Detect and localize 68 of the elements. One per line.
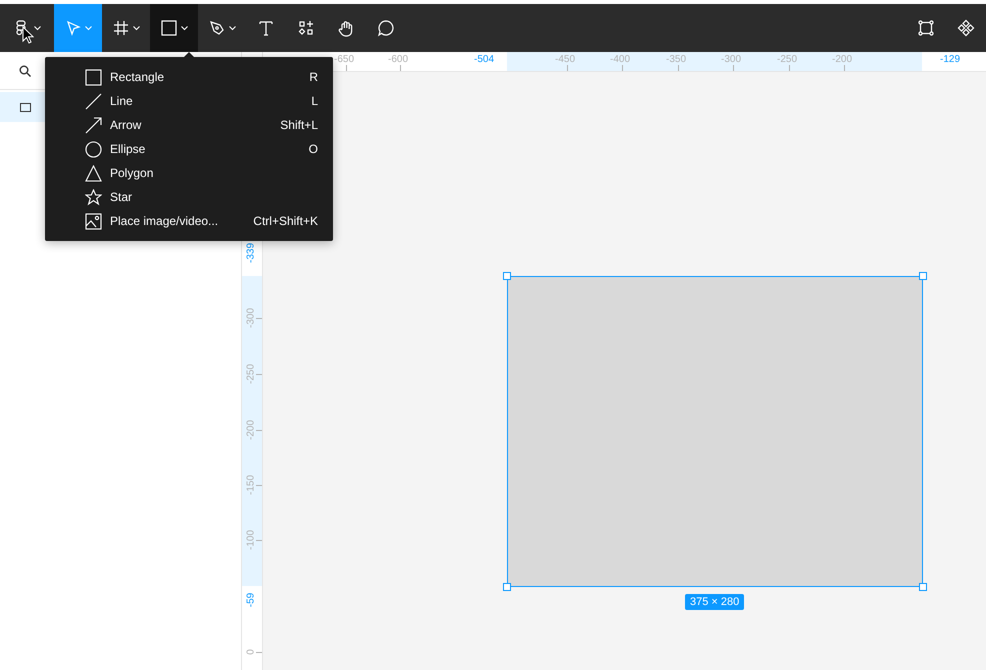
shortcut-label: Shift+L [280, 118, 318, 132]
ruler-label: 0 [246, 649, 256, 655]
ruler-label: -200 [832, 54, 852, 65]
arrow-icon [85, 116, 102, 134]
ruler-label: -250 [246, 364, 256, 384]
hand-icon [337, 19, 355, 37]
tool-button[interactable] [150, 4, 198, 52]
text-icon [257, 19, 275, 37]
caret-icon [181, 26, 188, 30]
edit-object-icon [917, 19, 935, 37]
rectangle-icon [85, 68, 102, 86]
ruler-label: -600 [388, 54, 408, 65]
menu-item[interactable]: Star [85, 185, 318, 209]
caret-icon [34, 26, 41, 30]
ruler-label: -450 [555, 54, 576, 65]
shortcut-label: L [311, 94, 318, 108]
menu-item-label: Ellipse [110, 142, 146, 156]
line-icon [85, 92, 102, 110]
menu-item-label: Line [110, 94, 134, 108]
pen-icon [208, 19, 226, 37]
caret-icon [133, 26, 140, 30]
menu-item-label: Polygon [110, 166, 154, 180]
ruler-label: -250 [777, 54, 798, 65]
ruler-label: -200 [246, 420, 256, 440]
comment-icon [377, 19, 395, 37]
image-icon [85, 212, 102, 230]
star-icon [85, 188, 102, 206]
menu-item-label: Star [110, 190, 134, 204]
menu-item[interactable]: Rectangle R [85, 65, 318, 89]
resize-handle[interactable] [919, 583, 927, 591]
shortcut-label: R [309, 70, 318, 84]
shortcut-label: O [308, 142, 318, 156]
ruler-label: -150 [246, 475, 256, 495]
resize-handle[interactable] [503, 272, 511, 280]
triangle-icon [85, 164, 102, 182]
rectangle-icon [160, 19, 178, 37]
menu-item[interactable]: Polygon [85, 161, 318, 185]
ruler-label: -100 [246, 530, 256, 550]
ruler-label: -59 [246, 592, 256, 608]
ruler-label: -129 [940, 54, 960, 65]
resize-handle[interactable] [919, 272, 927, 280]
search-icon [19, 64, 31, 76]
cursor-icon [22, 26, 34, 44]
pointer-icon [64, 19, 82, 37]
resources-icon [297, 19, 315, 37]
ellipse-icon [85, 140, 102, 158]
ruler-label: -350 [666, 54, 686, 65]
ruler-label: -400 [610, 54, 630, 65]
ruler-label: -300 [721, 54, 742, 65]
resize-handle[interactable] [503, 583, 511, 591]
caret-icon [85, 26, 92, 30]
component-icon [957, 19, 975, 37]
ruler-label: -650 [334, 54, 354, 65]
menu-item-label: Place image/video... [110, 214, 220, 228]
caret-icon [229, 26, 236, 30]
ruler-label: -300 [246, 308, 256, 328]
menu-item[interactable]: Ellipse O [85, 137, 318, 161]
menu-item[interactable]: Line L [85, 89, 318, 113]
shortcut-label: Ctrl+Shift+K [253, 214, 318, 228]
menu-item-label: Arrow [110, 118, 142, 132]
ruler-label: -504 [474, 54, 494, 65]
menu-item[interactable]: Arrow Shift+L [85, 113, 318, 137]
menu-item[interactable]: Place image/video... Ctrl+Shift+K [85, 209, 318, 233]
menu-item-label: Rectangle [110, 70, 166, 84]
size-label: 375 × 280 [685, 594, 744, 610]
rectangle-icon [20, 102, 31, 112]
frame-icon [112, 19, 130, 37]
ruler-label: -339 [246, 243, 256, 263]
